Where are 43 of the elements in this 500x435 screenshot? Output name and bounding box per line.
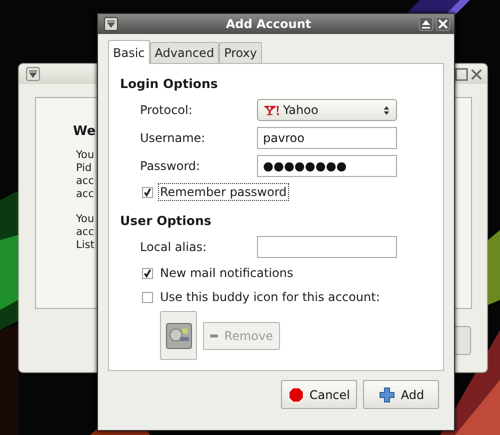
field-label: Local alias: [140, 240, 208, 254]
minus-icon [210, 332, 218, 338]
close-icon[interactable] [470, 68, 483, 80]
tab[interactable]: Basic [108, 40, 150, 64]
input-field[interactable]: ●●●●●●●● [257, 155, 397, 177]
checkbox[interactable] [142, 186, 153, 198]
close-icon[interactable] [436, 17, 450, 31]
welcome-text: acc [76, 226, 95, 239]
window-menu-icon[interactable] [26, 67, 40, 81]
welcome-heading: We [73, 124, 95, 139]
checkbox-label[interactable]: New mail notifications [158, 264, 296, 282]
window-title: Add Account [224, 17, 312, 31]
input-field[interactable]: pavroo [257, 127, 397, 149]
spinner-icon [383, 104, 390, 116]
maximize-icon[interactable] [455, 68, 468, 80]
add-button[interactable]: Add [363, 380, 439, 409]
welcome-text: Pid [76, 162, 93, 175]
welcome-text: You [76, 213, 96, 226]
checkbox-label[interactable]: Remember password [158, 183, 289, 201]
welcome-text: You [76, 149, 96, 162]
cancel-button[interactable]: Cancel [281, 380, 357, 409]
section-heading: Login Options [120, 76, 219, 91]
welcome-text: List [76, 239, 96, 252]
shade-icon[interactable] [419, 17, 433, 31]
checkbox[interactable] [142, 292, 153, 302]
input-field[interactable] [257, 236, 397, 258]
window-menu-icon[interactable] [104, 17, 118, 31]
welcome-text: acc [76, 175, 95, 188]
field-label: Password: [140, 159, 202, 173]
tab[interactable]: Advanced [150, 42, 220, 63]
image-icon [166, 322, 192, 348]
plus-icon [378, 386, 396, 404]
protocol-dropdown[interactable]: Yahoo [257, 99, 397, 121]
protocol-icon [264, 104, 279, 116]
section-heading: User Options [120, 213, 212, 228]
checkbox[interactable] [142, 268, 153, 278]
buddy-icon-button[interactable] [160, 311, 197, 360]
checkbox-label[interactable]: Use this buddy icon for this account: [158, 288, 382, 306]
welcome-text: acc [76, 188, 95, 201]
tab[interactable]: Proxy [219, 42, 262, 63]
field-label: Username: [140, 131, 206, 145]
stop-icon [288, 386, 304, 404]
field-label: Protocol: [140, 103, 194, 117]
